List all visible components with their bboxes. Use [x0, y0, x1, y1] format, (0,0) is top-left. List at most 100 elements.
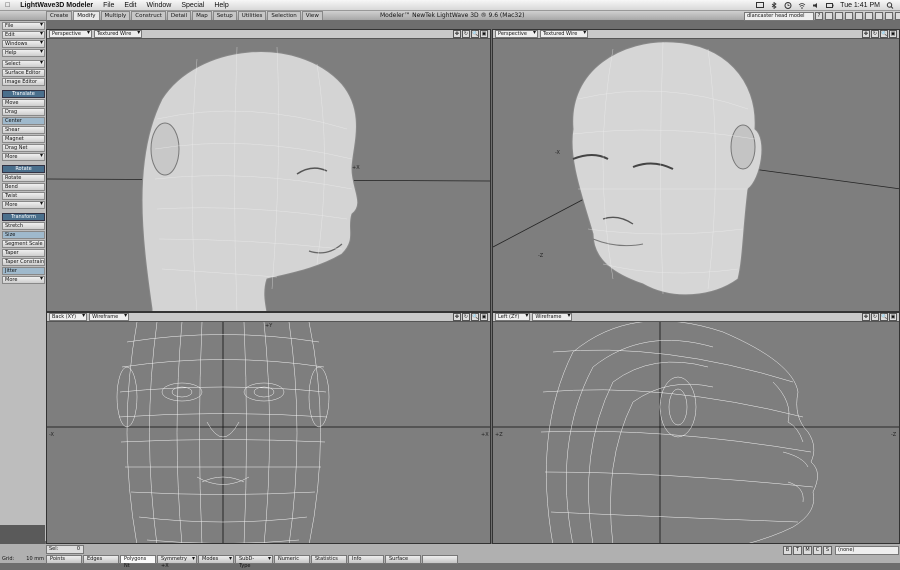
surface-editor-button[interactable]: Surface Editor [2, 69, 45, 77]
maximize-icon[interactable]: ▣ [889, 30, 897, 38]
layer-button-5[interactable] [865, 12, 873, 20]
axis-label-y: +Y [265, 323, 273, 329]
zoom-icon[interactable]: 🔍 [880, 313, 888, 321]
bluetooth-icon[interactable] [770, 1, 778, 9]
help-button[interactable]: ? [815, 12, 823, 20]
wifi-icon[interactable] [798, 2, 806, 9]
menubar-clock[interactable]: Tue 1:41 PM [840, 2, 880, 9]
maximize-icon[interactable]: ▣ [889, 313, 897, 321]
tab-view[interactable]: View [301, 11, 323, 20]
layer-button-8[interactable] [895, 12, 900, 20]
rotate-more-dropdown[interactable]: More [2, 201, 45, 209]
tab-detail[interactable]: Detail [166, 11, 192, 20]
map-select[interactable]: (none) [835, 546, 899, 555]
bend-button[interactable]: Bend [2, 183, 45, 191]
translate-more-dropdown[interactable]: More [2, 153, 45, 161]
tab-setup[interactable]: Setup [212, 11, 237, 20]
tab-selection[interactable]: Selection [267, 11, 301, 20]
tab-bar: Create Modify Multiply Construct Detail … [46, 11, 324, 20]
axis-label-left: -X [49, 432, 55, 438]
model-select[interactable]: dlancaster head model [744, 12, 814, 21]
render-mode-select[interactable]: Wireframe [532, 313, 573, 321]
select-dropdown[interactable]: Select [2, 60, 45, 68]
battery-icon[interactable] [826, 2, 834, 9]
menu-special[interactable]: Special [176, 2, 209, 9]
layer-button-3[interactable] [845, 12, 853, 20]
magnet-button[interactable]: Magnet [2, 135, 45, 143]
app-menu[interactable]: LightWave3D Modeler [15, 2, 98, 9]
render-mode-select[interactable]: Textured Wire [93, 30, 143, 38]
mode-c-button[interactable]: C [813, 546, 822, 555]
rotate-view-icon[interactable]: ↻ [871, 30, 879, 38]
spotlight-icon[interactable] [886, 1, 894, 9]
taper-button[interactable]: Taper [2, 249, 45, 257]
viewport-left-zy[interactable]: Left (ZY) Wireframe ✥ ↻ 🔍 ▣ +Z -Z [492, 312, 900, 544]
drag-net-button[interactable]: Drag Net [2, 144, 45, 152]
shear-button[interactable]: Shear [2, 126, 45, 134]
layer-button-7[interactable] [885, 12, 893, 20]
layer-button-6[interactable] [875, 12, 883, 20]
move-button[interactable]: Move [2, 99, 45, 107]
tab-modify[interactable]: Modify [73, 11, 100, 20]
rotate-view-icon[interactable]: ↻ [462, 30, 470, 38]
pan-icon[interactable]: ✥ [862, 313, 870, 321]
polygons-state: Nt [124, 563, 130, 569]
tab-utilities[interactable]: Utilities [237, 11, 267, 20]
view-type-select[interactable]: Back (XY) [49, 313, 88, 321]
zoom-icon[interactable]: 🔍 [880, 30, 888, 38]
display-icon[interactable] [756, 1, 765, 9]
volume-icon[interactable] [812, 2, 820, 9]
tab-multiply[interactable]: Multiply [100, 11, 131, 20]
stretch-button[interactable]: Stretch [2, 222, 45, 230]
view-type-select[interactable]: Perspective [495, 30, 538, 38]
mode-m-button[interactable]: M [803, 546, 812, 555]
axis-label-x: -X [555, 150, 561, 156]
edit-dropdown[interactable]: Edit [2, 31, 45, 39]
tab-create[interactable]: Create [46, 11, 73, 20]
windows-dropdown[interactable]: Windows [2, 40, 45, 48]
render-mode-select[interactable]: Wireframe [89, 313, 130, 321]
viewport-perspective-right[interactable]: Perspective Textured Wire ✥ ↻ 🔍 ▣ -X -Z [492, 29, 900, 312]
menu-help[interactable]: Help [209, 2, 233, 9]
rotate-view-icon[interactable]: ↻ [462, 313, 470, 321]
center-button[interactable]: Center [2, 117, 45, 125]
size-button[interactable]: Size [2, 231, 45, 239]
mode-t-button[interactable]: T [793, 546, 802, 555]
maximize-icon[interactable]: ▣ [480, 30, 488, 38]
maximize-icon[interactable]: ▣ [480, 313, 488, 321]
viewport-back-xy[interactable]: Back (XY) Wireframe ✥ ↻ 🔍 ▣ +Y -X +X [46, 312, 491, 544]
menu-edit[interactable]: Edit [119, 2, 141, 9]
drag-button[interactable]: Drag [2, 108, 45, 116]
rotate-view-icon[interactable]: ↻ [871, 313, 879, 321]
tab-construct[interactable]: Construct [131, 11, 166, 20]
head-wireframe-back: +Y -X +X [47, 322, 490, 543]
view-type-select[interactable]: Left (ZY) [495, 313, 531, 321]
layer-button-1[interactable] [825, 12, 833, 20]
layer-button-4[interactable] [855, 12, 863, 20]
view-type-select[interactable]: Perspective [49, 30, 92, 38]
segment-scale-button[interactable]: Segment Scale [2, 240, 45, 248]
rotate-button[interactable]: Rotate [2, 174, 45, 182]
apple-menu[interactable]:  [0, 2, 15, 9]
help-dropdown[interactable]: Help [2, 49, 45, 57]
render-mode-select[interactable]: Textured Wire [539, 30, 589, 38]
zoom-icon[interactable]: 🔍 [471, 30, 479, 38]
transform-more-dropdown[interactable]: More [2, 276, 45, 284]
mode-s-button[interactable]: S [823, 546, 832, 555]
twist-button[interactable]: Twist [2, 192, 45, 200]
menu-file[interactable]: File [98, 2, 119, 9]
menu-window[interactable]: Window [141, 2, 176, 9]
image-editor-button[interactable]: Image Editor [2, 78, 45, 86]
jitter-button[interactable]: Jitter [2, 267, 45, 275]
zoom-icon[interactable]: 🔍 [471, 313, 479, 321]
pan-icon[interactable]: ✥ [453, 313, 461, 321]
taper-constrain-button[interactable]: Taper Constrain [2, 258, 45, 266]
viewport-perspective-left[interactable]: Perspective Textured Wire ✥ ↻ 🔍 ▣ +X [46, 29, 491, 312]
layer-button-2[interactable] [835, 12, 843, 20]
mode-b-button[interactable]: B [783, 546, 792, 555]
pan-icon[interactable]: ✥ [862, 30, 870, 38]
file-dropdown[interactable]: File [2, 22, 45, 30]
time-machine-icon[interactable] [784, 1, 792, 9]
tab-map[interactable]: Map [192, 11, 212, 20]
pan-icon[interactable]: ✥ [453, 30, 461, 38]
